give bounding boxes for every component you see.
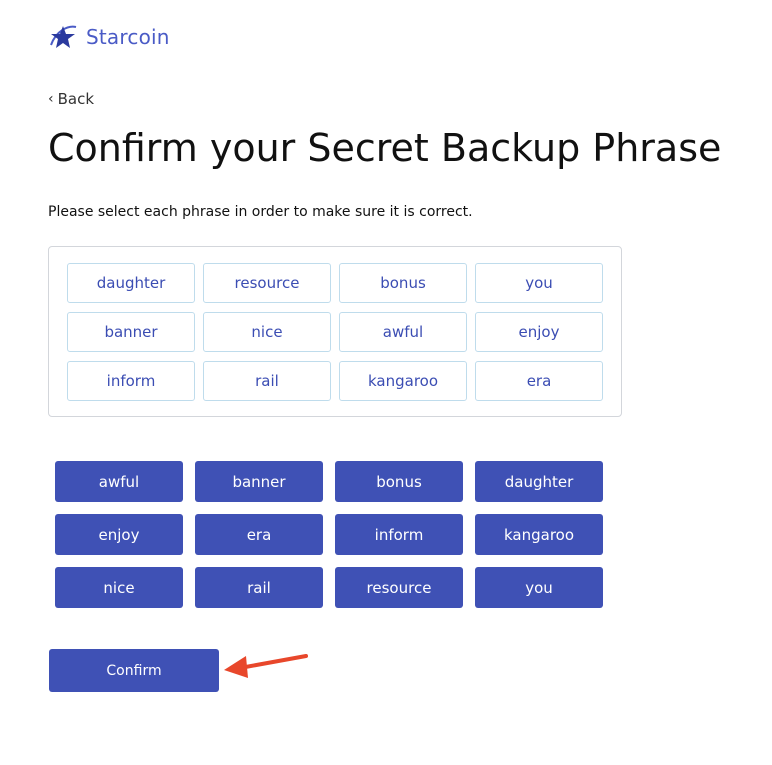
word-pool-button[interactable]: inform [335,514,463,555]
brand-name: Starcoin [86,25,170,49]
word-pool-grid: awful banner bonus daughter enjoy era in… [55,461,603,608]
word-pool-button[interactable]: banner [195,461,323,502]
selected-word-chip[interactable]: era [475,361,603,401]
selected-word-chip[interactable]: daughter [67,263,195,303]
confirm-button[interactable]: Confirm [49,649,219,692]
selected-word-chip[interactable]: bonus [339,263,467,303]
selected-word-chip[interactable]: enjoy [475,312,603,352]
selected-word-chip[interactable]: nice [203,312,331,352]
chevron-left-icon: ‹ [48,91,54,107]
word-pool-button[interactable]: rail [195,567,323,608]
back-link[interactable]: ‹ Back [48,90,94,108]
word-pool-button[interactable]: nice [55,567,183,608]
selected-word-chip[interactable]: inform [67,361,195,401]
selected-word-chip[interactable]: kangaroo [339,361,467,401]
word-pool-button[interactable]: resource [335,567,463,608]
instructions-text: Please select each phrase in order to ma… [48,204,473,220]
word-pool-button[interactable]: kangaroo [475,514,603,555]
word-pool-button[interactable]: bonus [335,461,463,502]
word-pool-button[interactable]: era [195,514,323,555]
word-pool-button[interactable]: awful [55,461,183,502]
selected-words-grid: daughter resource bonus you banner nice … [67,263,603,401]
word-pool-button[interactable]: you [475,567,603,608]
back-label: Back [57,90,95,108]
star-swoosh-icon [50,25,77,48]
selected-word-chip[interactable]: awful [339,312,467,352]
selected-word-chip[interactable]: rail [203,361,331,401]
page-title: Confirm your Secret Backup Phrase [48,126,722,170]
word-pool-button[interactable]: enjoy [55,514,183,555]
selected-phrase-box: daughter resource bonus you banner nice … [48,246,622,417]
starcoin-logo: Starcoin [48,22,170,52]
word-pool-button[interactable]: daughter [475,461,603,502]
selected-word-chip[interactable]: you [475,263,603,303]
selected-word-chip[interactable]: banner [67,312,195,352]
selected-word-chip[interactable]: resource [203,263,331,303]
red-arrow-icon [224,654,308,678]
